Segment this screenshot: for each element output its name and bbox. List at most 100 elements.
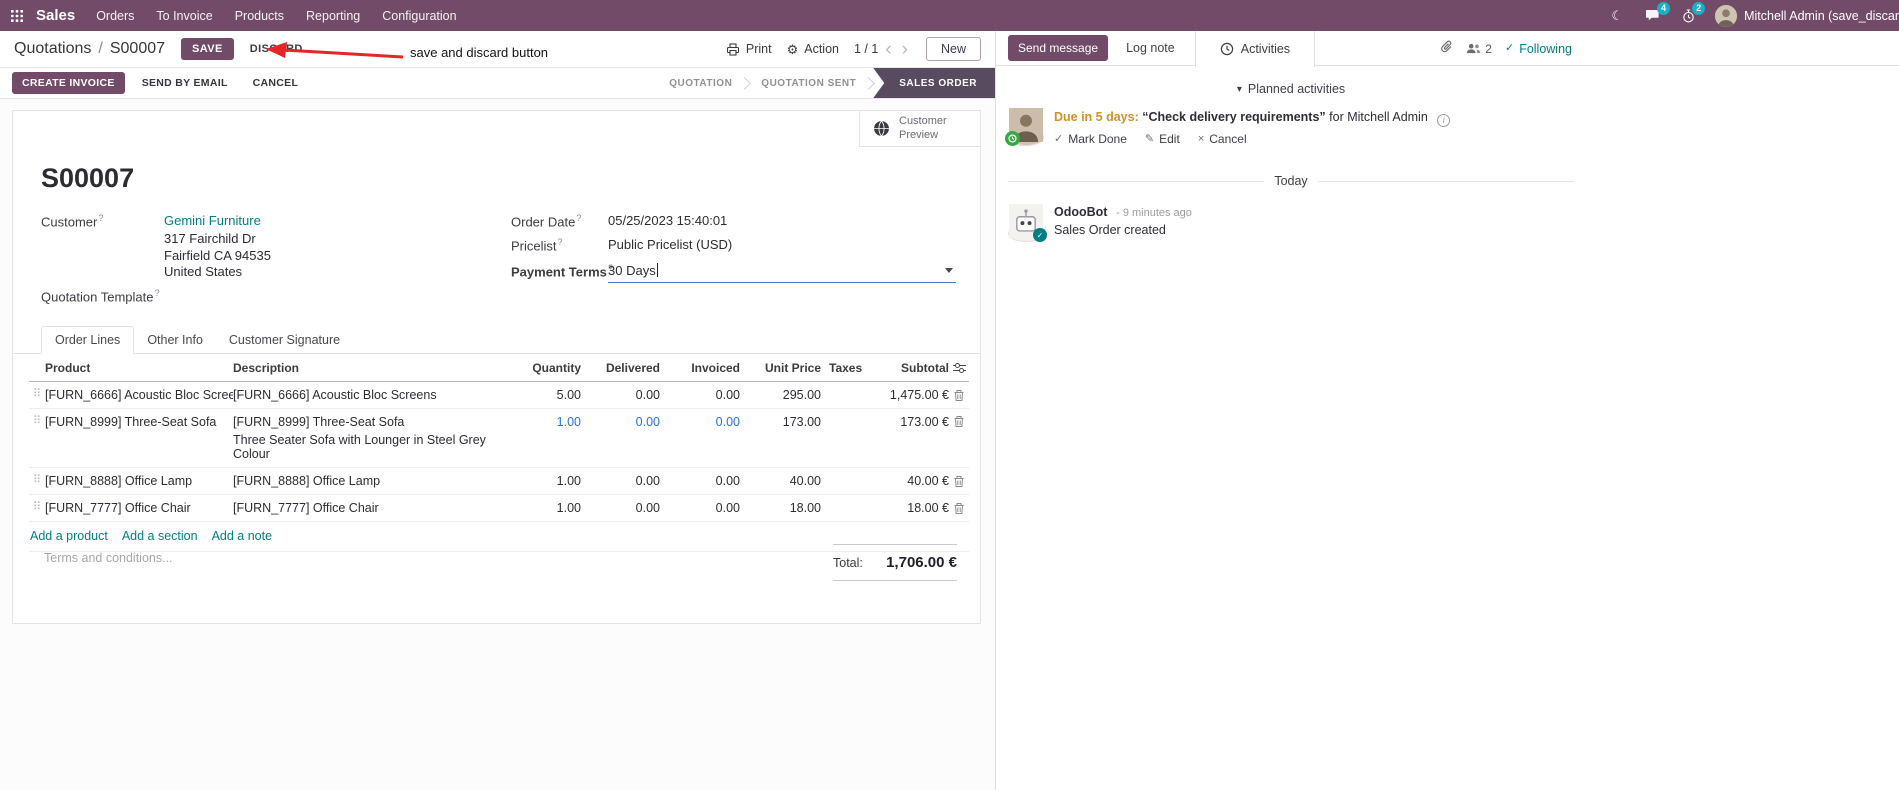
- cell-unit-price[interactable]: 40.00: [740, 474, 821, 488]
- save-button[interactable]: SAVE: [181, 38, 234, 60]
- table-row[interactable]: ⠿ [FURN_8999] Three-Seat Sofa [FURN_8999…: [29, 409, 969, 468]
- payment-terms-input[interactable]: 30 Days: [608, 258, 956, 283]
- edit-activity-button[interactable]: ✎ Edit: [1145, 132, 1180, 146]
- activities-button[interactable]: 2: [1671, 0, 1706, 31]
- followers-count: 2: [1485, 41, 1492, 56]
- col-product[interactable]: Product: [45, 361, 233, 375]
- order-date-value[interactable]: 05/25/2023 15:40:01: [608, 213, 727, 228]
- col-taxes[interactable]: Taxes: [821, 361, 862, 375]
- nav-menu-reporting[interactable]: Reporting: [295, 0, 371, 31]
- text-cursor: [656, 263, 658, 277]
- status-quotation[interactable]: QUOTATION: [657, 68, 744, 98]
- add-note-link[interactable]: Add a note: [212, 529, 272, 543]
- cell-product[interactable]: [FURN_7777] Office Chair: [45, 501, 233, 515]
- cell-invoiced[interactable]: 0.00: [660, 501, 740, 515]
- customer-preview-button[interactable]: Customer Preview: [859, 111, 980, 147]
- dropdown-caret-icon[interactable]: [945, 268, 953, 273]
- col-unit-price[interactable]: Unit Price: [740, 361, 821, 375]
- cell-quantity[interactable]: 5.00: [513, 388, 581, 402]
- order-lines-table: Product Description Quantity Delivered I…: [29, 355, 969, 552]
- cell-description[interactable]: [FURN_8888] Office Lamp: [233, 474, 513, 488]
- cancel-button[interactable]: CANCEL: [245, 72, 307, 94]
- cell-invoiced[interactable]: 0.00: [660, 415, 740, 429]
- status-quotation-sent[interactable]: QUOTATION SENT: [749, 68, 868, 98]
- cell-delivered[interactable]: 0.00: [581, 415, 660, 429]
- dark-mode-toggle[interactable]: ☾: [1600, 0, 1634, 31]
- printer-icon: [726, 42, 739, 56]
- cell-delivered[interactable]: 0.00: [581, 388, 660, 402]
- cell-unit-price[interactable]: 295.00: [740, 388, 821, 402]
- following-button[interactable]: ✓ Following: [1505, 42, 1572, 56]
- cancel-activity-button[interactable]: × Cancel: [1198, 132, 1247, 146]
- send-by-email-button[interactable]: SEND BY EMAIL: [134, 72, 236, 94]
- help-marker: ?: [98, 213, 104, 223]
- create-invoice-button[interactable]: CREATE INVOICE: [12, 72, 125, 94]
- cell-product[interactable]: [FURN_8888] Office Lamp: [45, 474, 233, 488]
- pager-value[interactable]: 1 / 1: [854, 42, 878, 56]
- message-author[interactable]: OdooBot: [1054, 205, 1107, 219]
- info-icon[interactable]: i: [1437, 114, 1451, 128]
- cell-description[interactable]: [FURN_8999] Three-Seat Sofa Three Seater…: [233, 415, 513, 461]
- optional-columns-button[interactable]: [949, 362, 969, 374]
- terms-placeholder[interactable]: Terms and conditions...: [44, 551, 173, 565]
- drag-handle-icon[interactable]: ⠿: [29, 474, 45, 487]
- col-subtotal[interactable]: Subtotal: [849, 361, 949, 375]
- tab-order-lines[interactable]: Order Lines: [41, 326, 135, 354]
- delete-row-button[interactable]: [949, 475, 969, 488]
- table-row[interactable]: ⠿ [FURN_8888] Office Lamp [FURN_8888] Of…: [29, 468, 969, 495]
- tab-other-info[interactable]: Other Info: [134, 327, 216, 353]
- cell-delivered[interactable]: 0.00: [581, 474, 660, 488]
- status-sales-order[interactable]: SALES ORDER: [873, 68, 995, 98]
- delete-row-button[interactable]: [949, 415, 969, 428]
- drag-handle-icon[interactable]: ⠿: [29, 388, 45, 401]
- send-message-button[interactable]: Send message: [1008, 35, 1109, 61]
- nav-menu-configuration[interactable]: Configuration: [371, 0, 467, 31]
- nav-menu-to-invoice[interactable]: To Invoice: [145, 0, 223, 31]
- table-row[interactable]: ⠿ [FURN_6666] Acoustic Bloc Screens [FUR…: [29, 382, 969, 409]
- messages-button[interactable]: 4: [1634, 0, 1671, 31]
- pager-prev-icon[interactable]: ‹: [882, 40, 894, 59]
- cell-product[interactable]: [FURN_6666] Acoustic Bloc Screens: [45, 388, 233, 402]
- pricelist-value[interactable]: Public Pricelist (USD): [608, 237, 732, 252]
- col-quantity[interactable]: Quantity: [513, 361, 581, 375]
- new-button[interactable]: New: [925, 37, 981, 61]
- followers-button[interactable]: 2: [1466, 42, 1492, 56]
- mark-done-button[interactable]: ✓ Mark Done: [1054, 132, 1127, 146]
- planned-activities-header[interactable]: ▾ Planned activities: [996, 82, 1586, 96]
- app-name[interactable]: Sales: [36, 7, 75, 24]
- delete-row-button[interactable]: [949, 389, 969, 402]
- add-section-link[interactable]: Add a section: [122, 529, 198, 543]
- apps-menu-button[interactable]: [0, 0, 34, 31]
- customer-value-link[interactable]: Gemini Furniture: [164, 213, 261, 228]
- cell-quantity[interactable]: 1.00: [513, 415, 581, 429]
- nav-menu-products[interactable]: Products: [224, 0, 295, 31]
- cell-invoiced[interactable]: 0.00: [660, 388, 740, 402]
- action-button[interactable]: ⚙ Action: [787, 42, 839, 56]
- table-row[interactable]: ⠿ [FURN_7777] Office Chair [FURN_7777] O…: [29, 495, 969, 522]
- col-invoiced[interactable]: Invoiced: [660, 361, 740, 375]
- col-delivered[interactable]: Delivered: [581, 361, 660, 375]
- cell-unit-price[interactable]: 173.00: [740, 415, 821, 429]
- drag-handle-icon[interactable]: ⠿: [29, 501, 45, 514]
- cell-product[interactable]: [FURN_8999] Three-Seat Sofa: [45, 415, 233, 429]
- nav-menu-orders[interactable]: Orders: [85, 0, 145, 31]
- tab-customer-signature[interactable]: Customer Signature: [216, 327, 353, 353]
- drag-handle-icon[interactable]: ⠿: [29, 415, 45, 428]
- user-menu[interactable]: Mitchell Admin (save_discar: [1706, 0, 1899, 31]
- cell-invoiced[interactable]: 0.00: [660, 474, 740, 488]
- attach-files-button[interactable]: [1440, 40, 1453, 57]
- cell-quantity[interactable]: 1.00: [513, 501, 581, 515]
- add-product-link[interactable]: Add a product: [30, 529, 108, 543]
- cell-delivered[interactable]: 0.00: [581, 501, 660, 515]
- cell-description[interactable]: [FURN_6666] Acoustic Bloc Screens: [233, 388, 513, 402]
- cell-unit-price[interactable]: 18.00: [740, 501, 821, 515]
- cell-description[interactable]: [FURN_7777] Office Chair: [233, 501, 513, 515]
- breadcrumb-parent[interactable]: Quotations: [14, 40, 91, 58]
- cell-quantity[interactable]: 1.00: [513, 474, 581, 488]
- activities-tab[interactable]: Activities: [1194, 30, 1316, 67]
- print-button[interactable]: Print: [726, 42, 772, 56]
- log-note-button[interactable]: Log note: [1126, 41, 1175, 55]
- col-description[interactable]: Description: [233, 361, 513, 375]
- delete-row-button[interactable]: [949, 502, 969, 515]
- pager-next-icon[interactable]: ›: [899, 40, 911, 59]
